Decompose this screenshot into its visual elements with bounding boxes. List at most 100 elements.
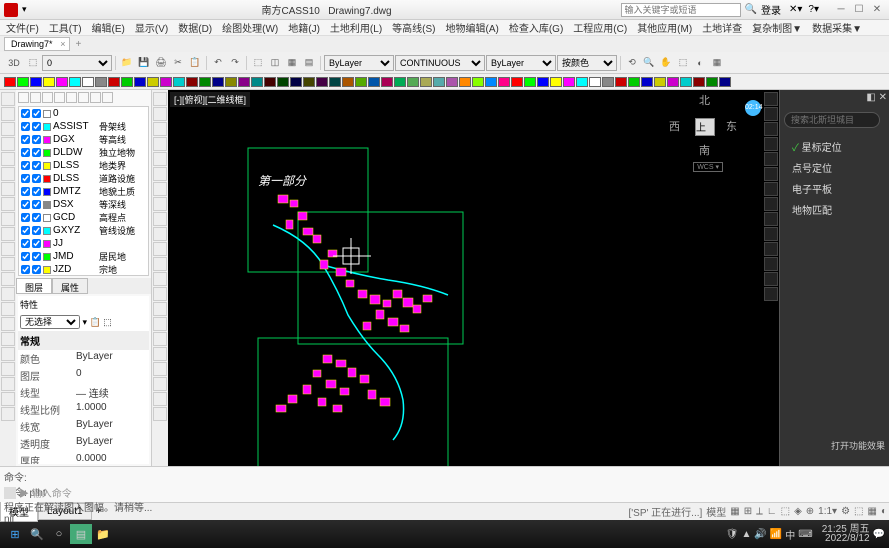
ltool-7[interactable] — [1, 197, 15, 211]
vtool-18[interactable] — [153, 362, 167, 376]
color-swatch-33[interactable] — [433, 77, 445, 87]
tray-i1[interactable]: 🛡 — [726, 529, 739, 540]
rtool-0[interactable] — [764, 92, 778, 106]
menu-12[interactable]: 其他应用(M) — [637, 20, 692, 35]
color-swatch-13[interactable] — [173, 77, 185, 87]
ltool-2[interactable] — [1, 122, 15, 136]
color-swatch-23[interactable] — [303, 77, 315, 87]
layerbar-6[interactable] — [90, 92, 101, 103]
color-swatch-32[interactable] — [420, 77, 432, 87]
t7[interactable]: ↷ — [227, 55, 243, 71]
color-swatch-8[interactable] — [108, 77, 120, 87]
ltool-8[interactable] — [1, 212, 15, 226]
t6[interactable]: ↶ — [210, 55, 226, 71]
color-swatch-9[interactable] — [121, 77, 133, 87]
new-tab-button[interactable]: + — [76, 39, 82, 50]
ltool-1[interactable] — [1, 107, 15, 121]
t21[interactable]: 🔍 — [641, 55, 657, 71]
ltool-16[interactable] — [1, 332, 15, 346]
tray-i5[interactable]: 中 — [785, 527, 795, 542]
tb-app1[interactable]: ▤ — [70, 524, 92, 544]
system-clock[interactable]: 21:25 周五2022/8/12 — [822, 525, 870, 543]
ltool-5[interactable] — [1, 167, 15, 181]
color-swatch-3[interactable] — [43, 77, 55, 87]
layer-row[interactable]: GXYZ管线设施 — [19, 224, 148, 237]
color-swatch-10[interactable] — [134, 77, 146, 87]
vtool-1[interactable] — [153, 107, 167, 121]
panel-close-icon[interactable]: ◧ ✕ — [866, 92, 887, 106]
menu-3[interactable]: 显示(V) — [135, 20, 168, 35]
view-compass[interactable]: 北 南 西 东 上 — [673, 96, 733, 156]
rtool-10[interactable] — [764, 242, 778, 256]
color-swatch-24[interactable] — [316, 77, 328, 87]
rtool-2[interactable] — [764, 122, 778, 136]
menu-7[interactable]: 土地利用(L) — [330, 20, 382, 35]
view-cube[interactable]: 上 — [695, 118, 715, 136]
color-swatch-15[interactable] — [199, 77, 211, 87]
layer-row[interactable]: GCD高程点 — [19, 211, 148, 224]
menu-1[interactable]: 工具(T) — [49, 20, 82, 35]
color-swatch-41[interactable] — [537, 77, 549, 87]
color-swatch-40[interactable] — [524, 77, 536, 87]
tray-i3[interactable]: 🔊 — [754, 529, 766, 540]
selection-combo[interactable]: 无选择 — [20, 315, 80, 329]
rtool-11[interactable] — [764, 257, 778, 271]
layer-row[interactable]: JJ — [19, 237, 148, 250]
right-search-input[interactable] — [784, 112, 880, 128]
vtool-19[interactable] — [153, 377, 167, 391]
rtool-1[interactable] — [764, 107, 778, 121]
tray-i2[interactable]: ▲ — [741, 529, 751, 540]
layer-list[interactable]: 0 ASSIST骨架线 DGX等高线 DLDW独立地物 DLSS地类界 DLSS… — [18, 106, 149, 276]
color-swatch-38[interactable] — [498, 77, 510, 87]
color-swatch-19[interactable] — [251, 77, 263, 87]
color-swatch-30[interactable] — [394, 77, 406, 87]
drawing-canvas[interactable]: [-][俯视][二维线框] 北 南 西 东 上 WCS ▾ 02:14 — [168, 90, 763, 466]
color-swatch-17[interactable] — [225, 77, 237, 87]
help-icon[interactable]: ?▾ — [808, 4, 819, 15]
layer-row[interactable]: DLDW独立地物 — [19, 146, 148, 159]
command-line[interactable]: 命令: 命令: plht 程序正在解读图入图幅。请稍等... nil ▶ 输入命… — [0, 466, 889, 502]
layer-row[interactable]: ASSIST骨架线 — [19, 120, 148, 133]
tray-i4[interactable]: 📶 — [770, 529, 782, 540]
login-link[interactable]: 登录 — [761, 2, 781, 17]
vtool-0[interactable] — [153, 92, 167, 106]
plotstyle-select[interactable]: 按颜色 — [557, 55, 617, 71]
layer-row[interactable]: DLSS道路设施 — [19, 172, 148, 185]
color-swatch-20[interactable] — [264, 77, 276, 87]
document-tab[interactable]: Drawing7* — [4, 37, 70, 51]
rtool-7[interactable] — [764, 197, 778, 211]
ltool-20[interactable] — [1, 392, 15, 406]
vtool-12[interactable] — [153, 272, 167, 286]
t8[interactable]: ⬚ — [250, 55, 266, 71]
color-swatch-52[interactable] — [680, 77, 692, 87]
t23[interactable]: ⬚ — [675, 55, 691, 71]
t4[interactable]: ✂ — [170, 55, 186, 71]
t2[interactable]: 💾 — [136, 55, 152, 71]
maximize-button[interactable]: ☐ — [851, 3, 867, 17]
ltool-17[interactable] — [1, 347, 15, 361]
color-swatch-18[interactable] — [238, 77, 250, 87]
vtool-13[interactable] — [153, 287, 167, 301]
layer-row[interactable]: DSX等深线 — [19, 198, 148, 211]
color-swatch-4[interactable] — [56, 77, 68, 87]
layerbar-4[interactable] — [66, 92, 77, 103]
t10[interactable]: ▦ — [284, 55, 300, 71]
t3[interactable]: 🖨 — [153, 55, 169, 71]
ritem-point[interactable]: 点号定位 — [780, 157, 889, 178]
vtool-16[interactable] — [153, 332, 167, 346]
tab-layers[interactable]: 图层 — [16, 278, 52, 294]
color-swatch-27[interactable] — [355, 77, 367, 87]
vtool-5[interactable] — [153, 167, 167, 181]
vtool-7[interactable] — [153, 197, 167, 211]
vtool-9[interactable] — [153, 227, 167, 241]
menu-15[interactable]: 数据采集▼ — [812, 20, 862, 35]
t11[interactable]: ▤ — [301, 55, 317, 71]
menu-5[interactable]: 绘图处理(W) — [222, 20, 278, 35]
vtool-17[interactable] — [153, 347, 167, 361]
vtool-8[interactable] — [153, 212, 167, 226]
color-swatch-46[interactable] — [602, 77, 614, 87]
color-swatch-55[interactable] — [719, 77, 731, 87]
menu-6[interactable]: 地籍(J) — [288, 20, 320, 35]
ltool-11[interactable] — [1, 257, 15, 271]
tray-notif[interactable]: 💬 — [873, 529, 885, 540]
